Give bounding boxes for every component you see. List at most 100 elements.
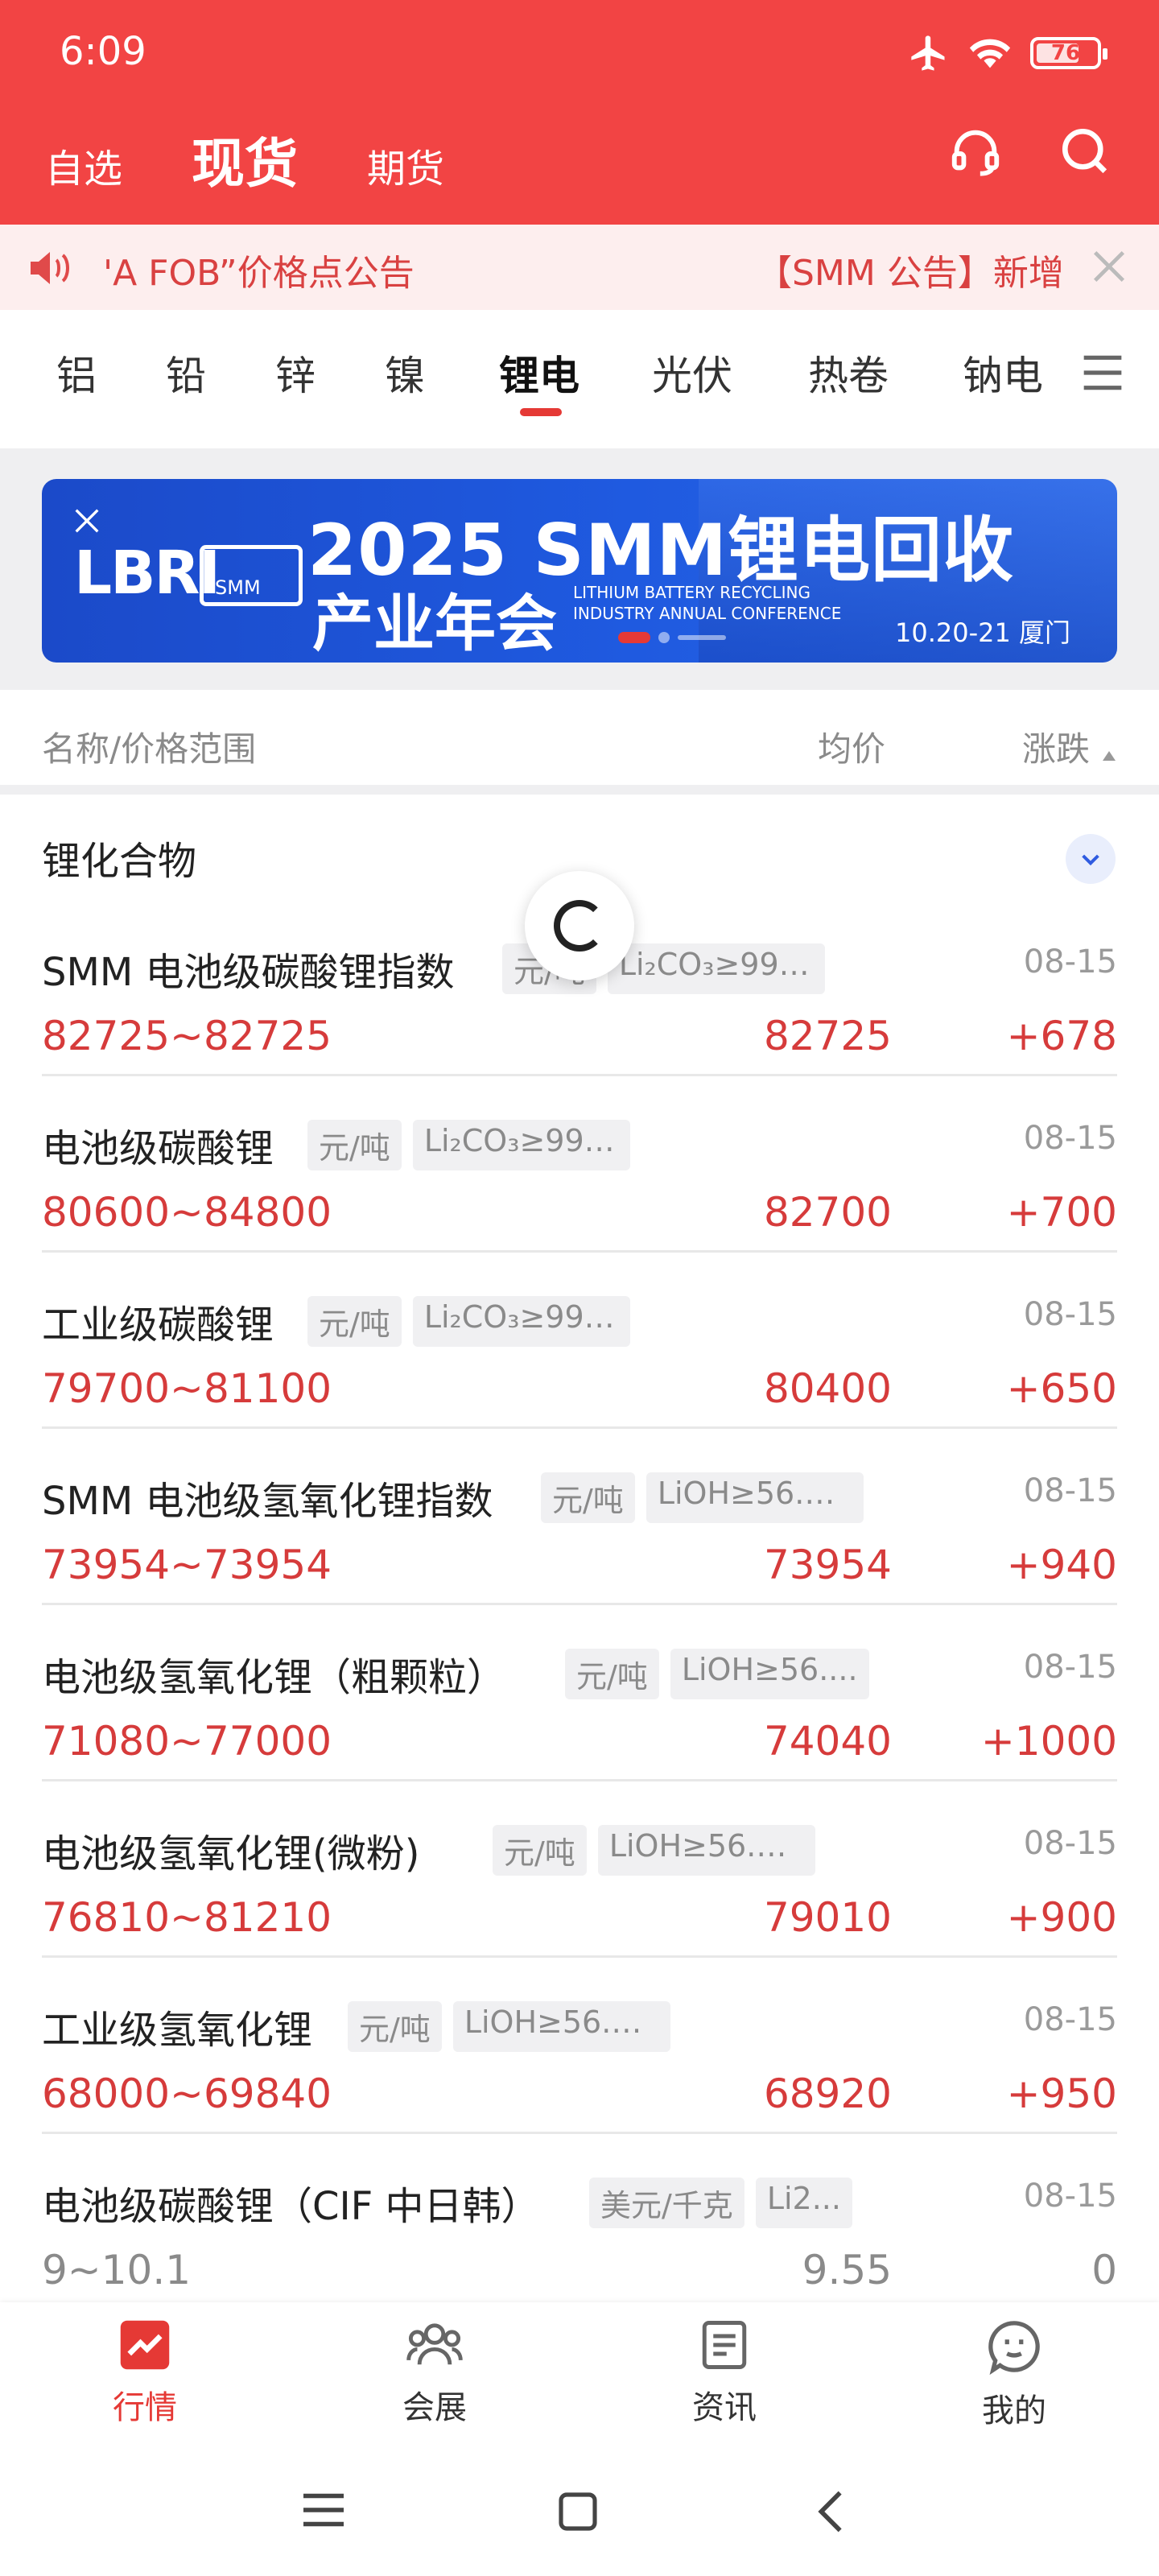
recent-apps-icon[interactable] <box>299 2489 348 2531</box>
average-price: 79010 <box>763 1894 892 1941</box>
spec-tag: Li₂CO₃≥99.5% <box>412 1120 630 1170</box>
status-time: 6:09 <box>60 29 146 74</box>
category-aluminum[interactable]: 铝 <box>56 344 97 402</box>
tab-futures[interactable]: 期货 <box>367 137 444 193</box>
close-icon[interactable] <box>1088 246 1130 287</box>
category-nickel[interactable]: 镍 <box>385 344 425 402</box>
unit-tag: 美元/千克 <box>589 2178 744 2228</box>
price-range: 76810~81210 <box>42 1894 332 1941</box>
support-button[interactable] <box>947 122 1004 180</box>
notice-text-next: 【SMM 公告】新增 <box>757 253 1062 294</box>
product-tags: 元/吨 LiOH≥56.... <box>565 1649 869 1699</box>
section-collapse-button[interactable] <box>1066 834 1116 884</box>
search-icon <box>1062 128 1107 174</box>
loading-spinner <box>525 871 634 980</box>
average-price: 82700 <box>763 1189 892 1236</box>
product-name: 电池级碳酸锂 <box>42 1126 274 1171</box>
menu-icon[interactable] <box>1080 352 1125 394</box>
top-tabs: 自选 现货 期货 <box>45 121 444 198</box>
nav-news[interactable]: 资讯 <box>652 2318 797 2428</box>
price-row[interactable]: SMM 电池级氢氧化锂指数 元/吨 LiOH≥56.5% 08-15 73954… <box>42 1429 1117 1605</box>
bottom-navigation: 行情 会展 资讯 我的 <box>0 2302 1159 2447</box>
unit-tag: 元/吨 <box>348 2001 442 2052</box>
nav-profile[interactable]: 我的 <box>942 2318 1087 2431</box>
price-date: 08-15 <box>1023 1825 1117 1862</box>
notice-bar[interactable]: 'A FOB”价格点公告 【SMM 公告】新增 <box>0 225 1159 310</box>
price-date: 08-15 <box>1023 1120 1117 1157</box>
spec-tag: Li2... <box>755 2178 852 2228</box>
sort-icon[interactable] <box>1103 751 1116 761</box>
headset-icon <box>951 130 1000 176</box>
average-price: 82725 <box>763 1013 892 1059</box>
average-price: 68920 <box>763 2070 892 2117</box>
airplane-icon <box>911 35 945 71</box>
close-icon[interactable] <box>71 505 103 537</box>
battery-icon: 76 <box>1030 37 1107 69</box>
nav-exhibition[interactable]: 会展 <box>362 2318 507 2428</box>
profile-icon <box>988 2321 1040 2375</box>
promo-banner[interactable]: LBRI SMM 2025 SMM锂电回收 产业年会 LITHIUM BATTE… <box>42 479 1117 663</box>
price-change: +950 <box>1006 2070 1117 2117</box>
tab-spot[interactable]: 现货 <box>192 121 298 198</box>
column-change-header[interactable]: 涨跌 <box>1022 722 1090 771</box>
price-change: +940 <box>1006 1542 1117 1588</box>
category-tabs: 铝 铅 锌 镍 锂电 光伏 热卷 钠电 <box>0 310 1159 448</box>
price-range: 73954~73954 <box>42 1542 332 1588</box>
home-icon[interactable] <box>555 2489 600 2534</box>
price-row[interactable]: 工业级氢氧化锂 元/吨 LiOH≥56.5% 08-15 68000~69840… <box>42 1958 1117 2134</box>
product-name: 工业级氢氧化锂 <box>42 2008 313 2053</box>
unit-tag: 元/吨 <box>565 1649 659 1699</box>
nav-market[interactable]: 行情 <box>72 2318 217 2428</box>
category-lead[interactable]: 铅 <box>166 344 206 402</box>
product-name: 电池级氢氧化锂（粗颗粒） <box>42 1655 506 1700</box>
price-range: 79700~81100 <box>42 1365 332 1412</box>
wifi-icon <box>969 39 1011 68</box>
category-sodium-battery[interactable]: 钠电 <box>963 344 1043 402</box>
price-date: 08-15 <box>1023 1296 1117 1333</box>
price-range: 82725~82725 <box>42 1013 332 1059</box>
product-tags: 元/吨 LiOH≥56.5% <box>541 1472 864 1523</box>
price-date: 08-15 <box>1023 2001 1117 2038</box>
banner-section: LBRI SMM 2025 SMM锂电回收 产业年会 LITHIUM BATTE… <box>0 448 1159 690</box>
category-photovoltaic[interactable]: 光伏 <box>652 344 732 402</box>
price-row[interactable]: 工业级碳酸锂 元/吨 Li₂CO₃≥99.2% 08-15 79700~8110… <box>42 1253 1117 1429</box>
header-actions <box>947 122 1114 180</box>
price-range: 80600~84800 <box>42 1189 332 1236</box>
carousel-dot <box>678 635 726 640</box>
unit-tag: 元/吨 <box>307 1296 402 1347</box>
product-name: SMM 电池级碳酸锂指数 <box>42 950 455 995</box>
product-name: SMM 电池级氢氧化锂指数 <box>42 1479 493 1524</box>
banner-english-caption: LITHIUM BATTERY RECYCLING INDUSTRY ANNUA… <box>573 583 842 623</box>
product-name: 电池级氢氧化锂(微粉) <box>42 1831 420 1876</box>
tab-watchlist[interactable]: 自选 <box>45 137 122 193</box>
back-icon[interactable] <box>811 2489 850 2534</box>
battery-logo-icon: SMM <box>200 545 303 606</box>
chart-icon <box>120 2320 170 2370</box>
price-date: 08-15 <box>1023 1472 1117 1509</box>
search-button[interactable] <box>1056 122 1114 180</box>
average-price: 80400 <box>763 1365 892 1412</box>
carousel-dots <box>618 632 726 643</box>
battery-level: 76 <box>1050 41 1081 65</box>
category-hot-rolled[interactable]: 热卷 <box>808 344 889 402</box>
carousel-dot <box>658 632 670 643</box>
category-lithium-battery[interactable]: 锂电 <box>499 344 580 402</box>
section-title: 锂化合物 <box>42 839 197 884</box>
price-row[interactable]: 电池级碳酸锂 元/吨 Li₂CO₃≥99.5% 08-15 80600~8480… <box>42 1076 1117 1253</box>
document-icon <box>702 2321 747 2369</box>
product-tags: 元/吨 LiOH≥56.5% <box>493 1825 815 1876</box>
price-row[interactable]: 电池级碳酸锂（CIF 中日韩） 美元/千克 Li2... 08-15 9~10.… <box>42 2134 1117 2310</box>
price-range: 71080~77000 <box>42 1718 332 1765</box>
spec-tag: LiOH≥56.... <box>670 1649 869 1699</box>
column-name-header: 名称/价格范围 <box>42 729 257 769</box>
banner-date-location: 10.20-21 厦门 <box>895 617 1071 648</box>
banner-logo: LBRI <box>74 539 221 608</box>
price-row[interactable]: 电池级氢氧化锂(微粉) 元/吨 LiOH≥56.5% 08-15 76810~8… <box>42 1781 1117 1958</box>
status-icons: 76 <box>908 32 1107 74</box>
average-price: 73954 <box>763 1542 892 1588</box>
price-row[interactable]: 电池级氢氧化锂（粗颗粒） 元/吨 LiOH≥56.... 08-15 71080… <box>42 1605 1117 1781</box>
price-date: 08-15 <box>1023 2178 1117 2215</box>
spinner-icon <box>554 900 605 952</box>
category-zinc[interactable]: 锌 <box>275 344 316 402</box>
price-range: 68000~69840 <box>42 2070 332 2117</box>
